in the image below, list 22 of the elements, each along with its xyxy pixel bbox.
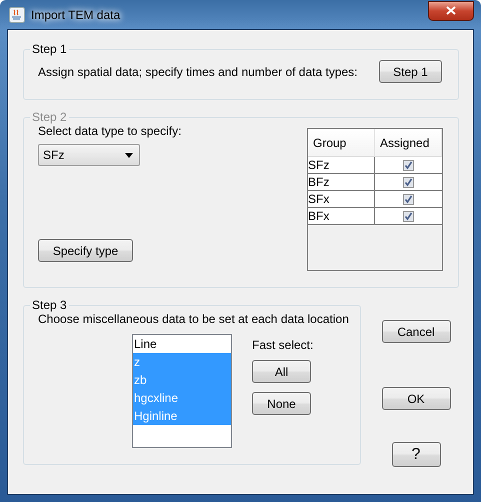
step-3-description: Choose miscellaneous data to be set at each data location: [37, 312, 350, 326]
dropdown-arrow-icon: [125, 152, 133, 158]
table-cell: BFx: [308, 208, 375, 224]
table-cell: SFx: [308, 191, 375, 207]
group-title: Step 2: [31, 110, 68, 124]
group-title: Step 1: [31, 42, 68, 56]
table-cell: SFz: [308, 157, 375, 173]
step-1-description: Assign spatial data; specify times and number of data types:: [38, 64, 358, 78]
window-title: Import TEM data: [31, 8, 120, 22]
fast-select-label: Fast select:: [252, 338, 314, 352]
data-type-label: Select data type to specify:: [38, 124, 182, 138]
fast-select-button[interactable]: All: [252, 360, 311, 383]
close-button[interactable]: [428, 0, 474, 20]
step-1-button[interactable]: Step 1: [379, 60, 442, 83]
coffee-cup-icon: [9, 6, 25, 22]
table-cell: BFz: [308, 174, 375, 190]
group-title: Step 3: [31, 298, 68, 312]
fast-select-button[interactable]: None: [252, 392, 311, 415]
dialog-button[interactable]: Cancel: [382, 320, 450, 343]
dialog-button[interactable]: OK: [382, 387, 450, 410]
close-icon: [446, 6, 456, 15]
dialog-button[interactable]: ?: [392, 442, 440, 467]
